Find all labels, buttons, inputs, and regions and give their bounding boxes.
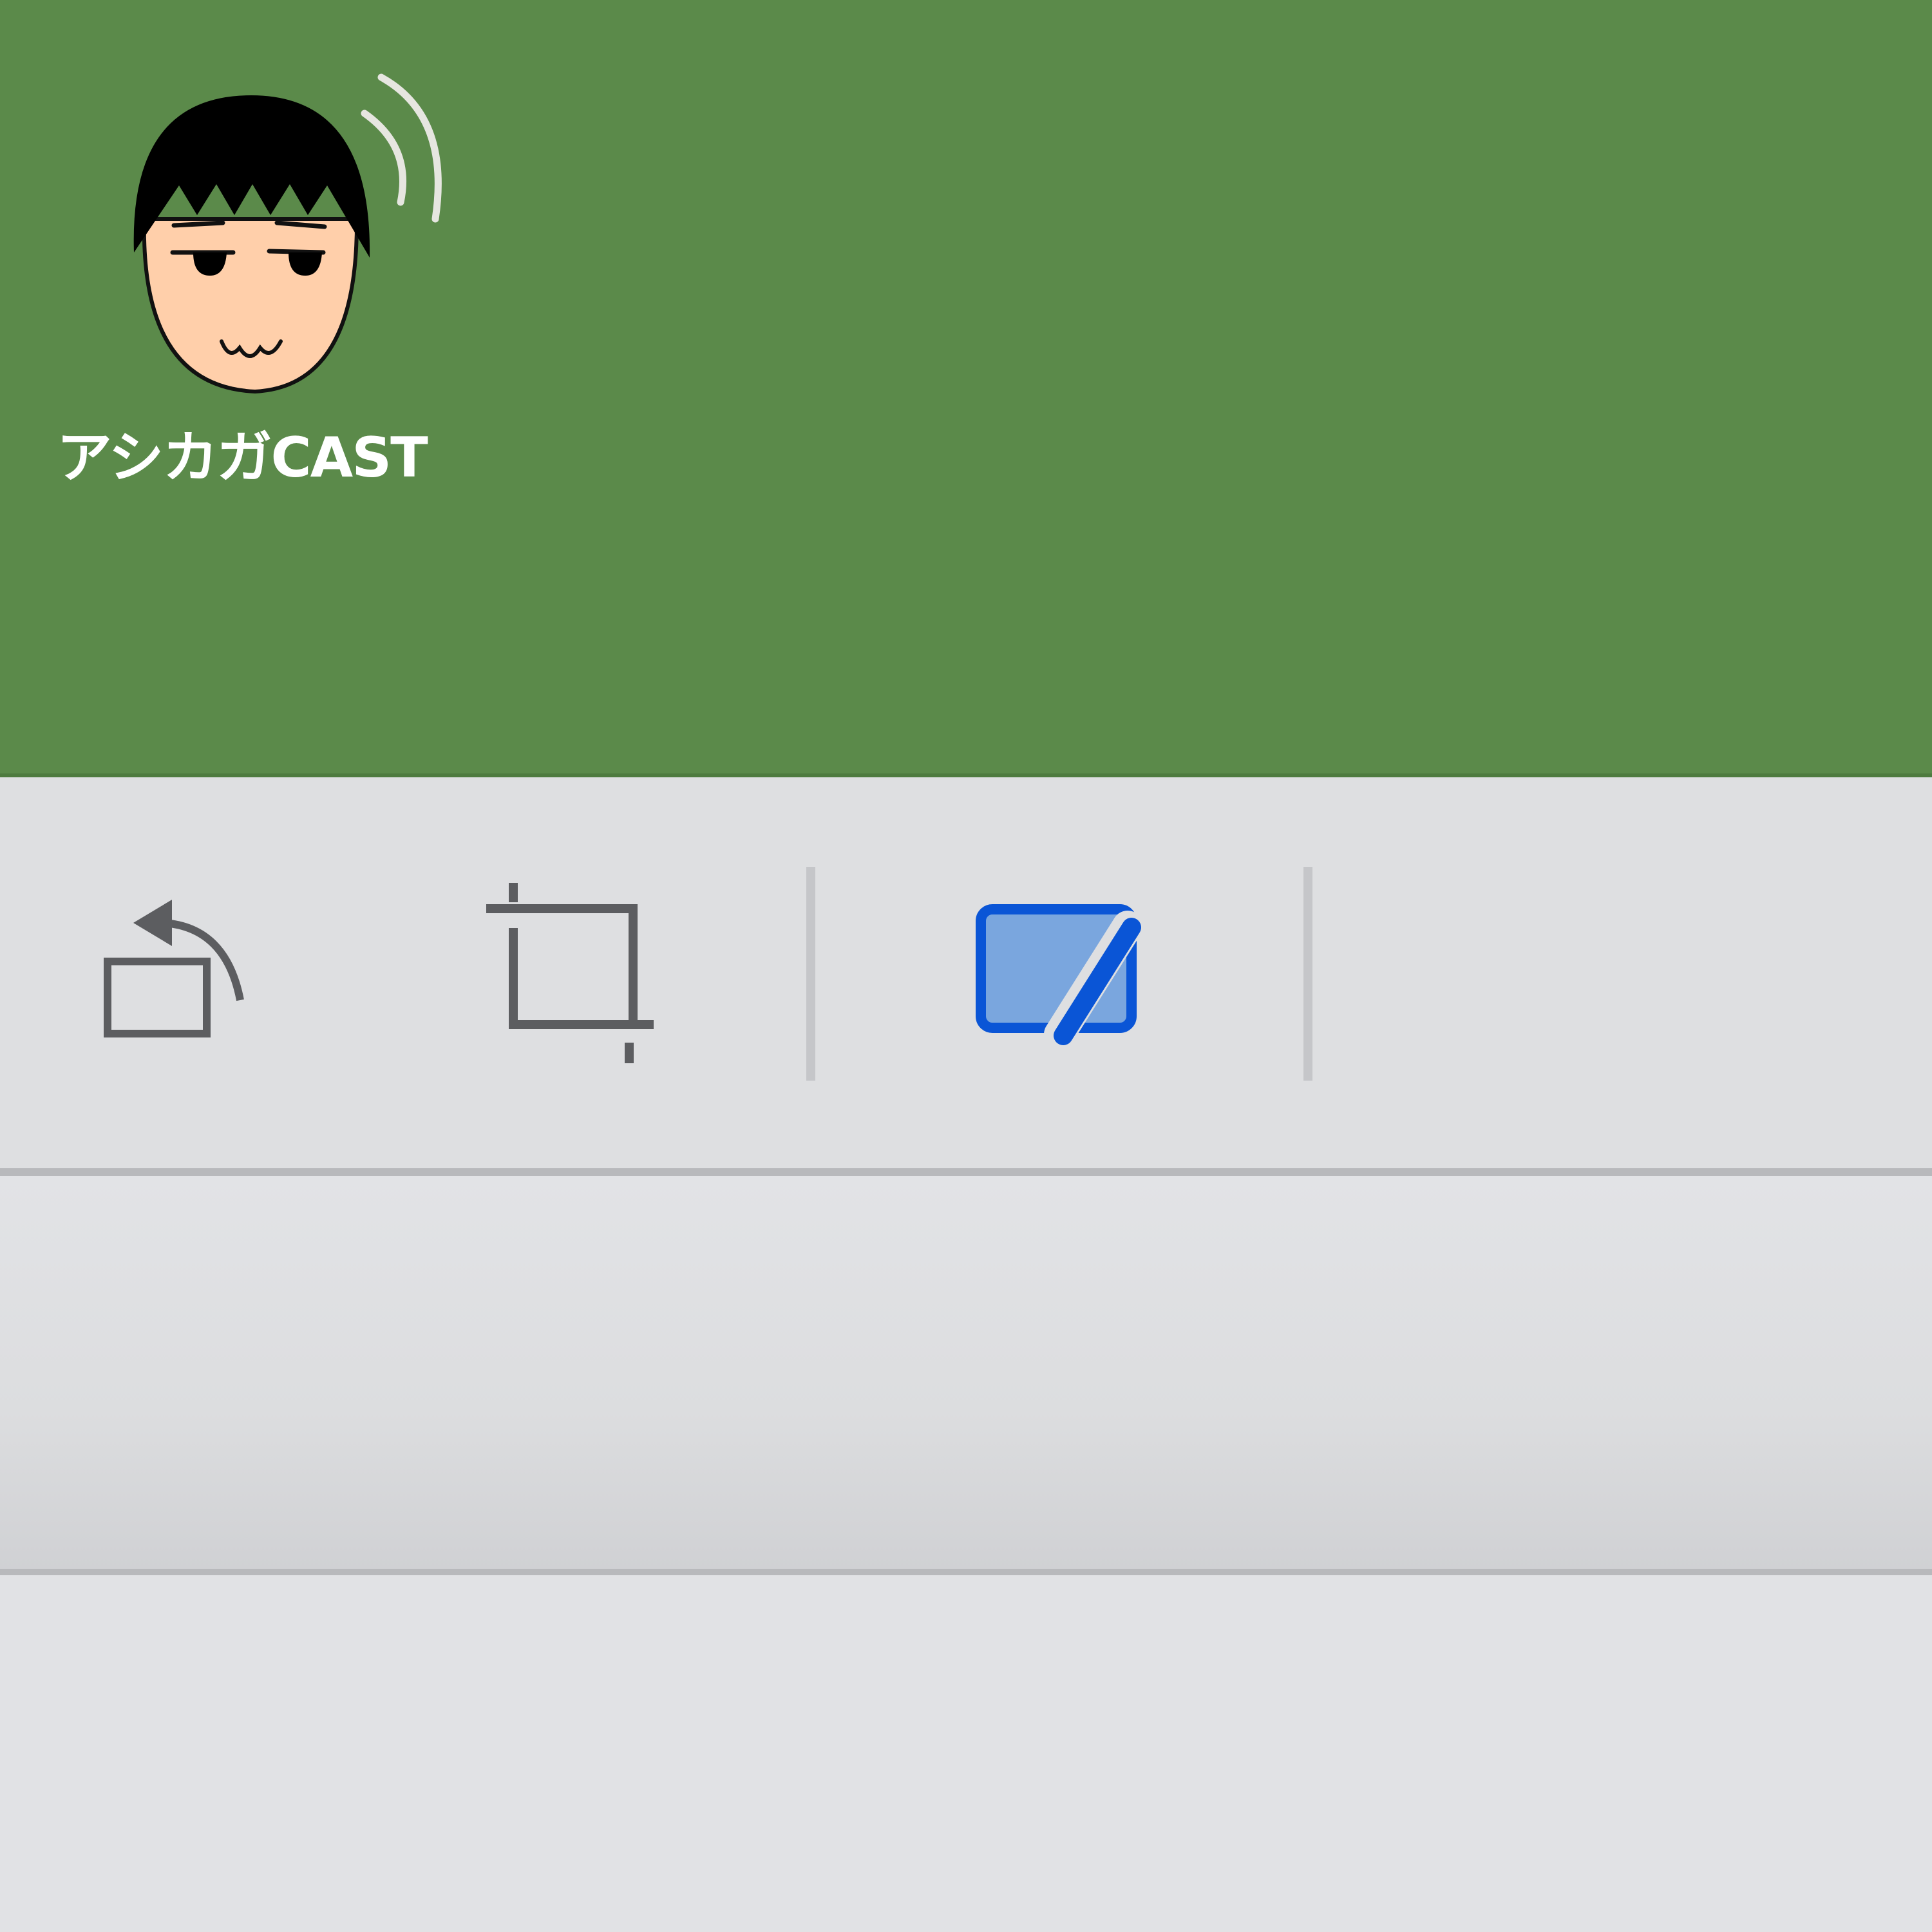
toolbar-divider [806,867,815,1081]
logo-text: アシカガCAST [57,426,428,490]
rotate-icon [104,899,244,1037]
sound-wave-inner [361,109,406,206]
bottom-area [0,1575,1932,1932]
editing-toolbar [0,777,1932,1176]
left-eyebrow [171,220,225,228]
toolbar-divider [1303,867,1312,1081]
options-panel [0,1176,1932,1575]
photo-preview: アシカガCAST [0,0,1932,777]
markup-button[interactable] [966,777,1159,1168]
sound-wave-outer [377,73,442,223]
crop-icon [486,882,654,1063]
markup-edit-icon [976,904,1143,1047]
face-shape [142,217,359,394]
crop-button[interactable] [464,777,676,1168]
rotate-button[interactable] [84,777,264,1168]
